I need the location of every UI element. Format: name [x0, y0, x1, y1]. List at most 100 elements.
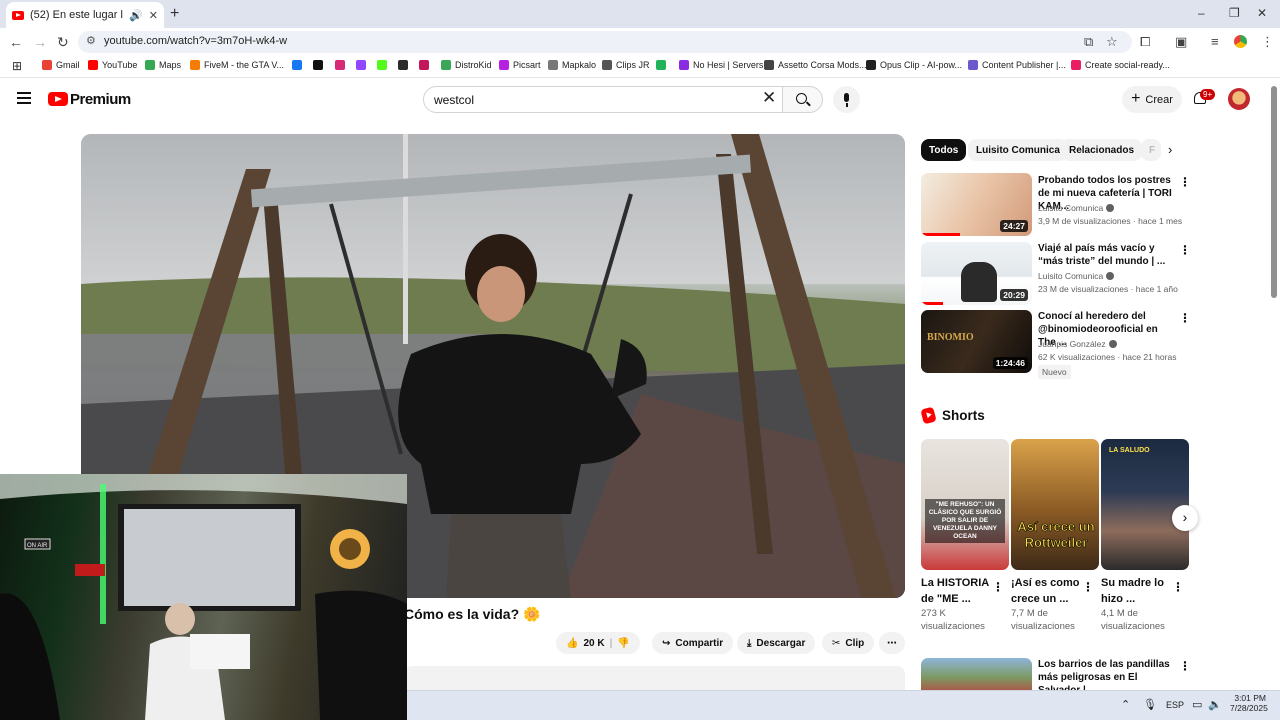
clock[interactable]: 3:01 PM 7/28/2025 — [1230, 693, 1268, 713]
minimize-button[interactable]: – — [1198, 6, 1205, 20]
bookmark-item[interactable] — [335, 60, 345, 70]
profile-icon[interactable] — [1234, 35, 1247, 48]
browser-menu-icon[interactable]: ⋮ — [1261, 34, 1274, 50]
voice-search-icon[interactable] — [833, 86, 860, 113]
chip-todos[interactable]: Todos — [921, 139, 967, 161]
bookmark-item[interactable]: Mapkalo — [548, 60, 596, 70]
more-options-icon[interactable]: ⋮ — [1179, 311, 1191, 325]
reload-icon[interactable]: ↻ — [57, 34, 69, 51]
bookmark-item[interactable]: Assetto Corsa Mods... — [764, 60, 867, 70]
bookmark-item[interactable]: DistroKid — [441, 60, 492, 70]
tab-title: (52) En este lugar la noche — [30, 9, 123, 21]
bookmark-item[interactable]: YouTube — [88, 60, 137, 70]
bookmark-item[interactable]: Picsart — [499, 60, 541, 70]
speaker-icon[interactable]: 🔊 — [129, 9, 143, 22]
description-box[interactable] — [404, 666, 905, 690]
bookmark-item[interactable] — [356, 60, 366, 70]
chevron-right-icon[interactable]: › — [1168, 142, 1172, 157]
bookmark-item[interactable]: FiveM - the GTA V... — [190, 60, 284, 70]
bookmark-favicon-icon — [499, 60, 509, 70]
address-bar[interactable]: ⚙ youtube.com/watch?v=3m7oH-wk4-w — [78, 31, 1132, 53]
bookmark-item[interactable]: Content Publisher |... — [968, 60, 1066, 70]
close-window-button[interactable]: ✕ — [1257, 6, 1267, 20]
bookmark-favicon-icon — [356, 60, 366, 70]
tray-overflow-icon[interactable]: ⌃ — [1121, 698, 1130, 711]
extensions-icon[interactable]: ⧠ — [1140, 34, 1150, 50]
network-icon[interactable]: ▭ — [1192, 698, 1202, 711]
bookmark-item[interactable] — [313, 60, 323, 70]
site-settings-icon[interactable]: ⚙ — [86, 34, 96, 47]
media-control-icon[interactable]: ≡ — [1211, 34, 1219, 49]
short-title-3[interactable]: Su madre lo hizo ... — [1101, 575, 1173, 607]
svg-text:ON AIR: ON AIR — [27, 543, 48, 549]
bookmark-item[interactable] — [398, 60, 408, 70]
new-tab-button[interactable]: + — [170, 5, 179, 23]
bookmark-item[interactable]: Maps — [145, 60, 181, 70]
maximize-button[interactable]: ❐ — [1229, 6, 1240, 20]
like-count[interactable]: 20 K — [583, 638, 604, 649]
more-options-icon[interactable]: ⋮ — [1179, 659, 1191, 673]
search-input[interactable]: westcol — [423, 86, 783, 113]
avatar[interactable] — [1228, 88, 1250, 110]
related-channel-2[interactable]: Luisito Comunica — [1038, 271, 1115, 281]
side-panel-icon[interactable]: ▣ — [1175, 34, 1187, 50]
bookmark-item[interactable]: Gmail — [42, 60, 80, 70]
bookmark-star-icon[interactable]: ☆ — [1106, 34, 1118, 50]
apps-grid-icon[interactable]: ⊞ — [12, 59, 22, 73]
bookmark-label: Picsart — [513, 60, 541, 70]
language-indicator[interactable]: ESP — [1166, 700, 1184, 710]
create-button[interactable]: + Crear — [1122, 86, 1182, 113]
short-overlay-text: LA SALUDO — [1109, 447, 1150, 454]
shorts-next-button[interactable]: › — [1172, 505, 1198, 531]
more-options-icon[interactable]: ⋮ — [1179, 243, 1191, 257]
related-channel-1[interactable]: Luisito Comunica — [1038, 203, 1115, 213]
bookmark-item[interactable]: Create social-ready... — [1071, 60, 1170, 70]
install-app-icon[interactable]: ⧉ — [1084, 34, 1093, 50]
back-arrow-icon[interactable]: ← — [9, 34, 23, 50]
short-thumbnail-1[interactable]: "ME REHUSO": UN CLÁSICO QUE SURGIÓ POR S… — [921, 439, 1009, 570]
short-title-2[interactable]: ¡Así es como crece un ... — [1011, 575, 1083, 607]
short-title-1[interactable]: La HISTORIA de "ME ... — [921, 575, 993, 607]
download-button[interactable]: ⤓ Descargar — [737, 632, 816, 654]
like-icon[interactable]: 👍 — [566, 638, 578, 649]
forward-arrow-icon[interactable]: → — [33, 34, 47, 50]
brand-label[interactable]: Premium — [70, 91, 131, 108]
bookmark-item[interactable] — [419, 60, 429, 70]
bookmark-favicon-icon — [1071, 60, 1081, 70]
clip-button[interactable]: ✂ Clip — [822, 632, 875, 654]
more-options-icon[interactable]: ⋮ — [1082, 580, 1094, 594]
short-thumbnail-3[interactable]: LA SALUDO — [1101, 439, 1189, 570]
bookmark-item[interactable] — [656, 60, 666, 70]
related-thumbnail-1[interactable]: 24:27 — [921, 173, 1032, 236]
share-button[interactable]: ↪ Compartir — [652, 632, 734, 654]
page-scrollbar[interactable] — [1271, 86, 1277, 298]
more-actions-button[interactable]: ⋯ — [879, 632, 905, 654]
clear-search-icon[interactable]: ✕ — [762, 88, 776, 108]
related-title-2[interactable]: Viajé al país más vacío y “más triste” d… — [1038, 242, 1176, 268]
bookmark-label: Maps — [159, 60, 182, 70]
youtube-logo-icon[interactable] — [48, 92, 68, 106]
hamburger-menu-icon[interactable] — [17, 92, 31, 107]
related-channel-3[interactable]: Juanpis González — [1038, 339, 1117, 349]
more-options-icon[interactable]: ⋮ — [992, 580, 1004, 594]
more-options-icon[interactable]: ⋮ — [1179, 175, 1191, 189]
related-thumbnail-4[interactable] — [921, 658, 1032, 690]
short-thumbnail-2[interactable]: Así crece un Rottweiler — [1011, 439, 1099, 570]
bookmark-item[interactable] — [292, 60, 302, 70]
bookmark-item[interactable]: Clips JR — [602, 60, 650, 70]
related-thumbnail-2[interactable]: 20:29 — [921, 242, 1032, 305]
microphone-icon[interactable]: 🎙 — [1143, 698, 1157, 711]
volume-icon[interactable]: 🔈 — [1208, 698, 1222, 711]
search-button[interactable] — [783, 86, 823, 113]
bookmark-item[interactable]: No Hesi | Servers — [679, 60, 763, 70]
close-tab-icon[interactable]: ✕ — [149, 9, 158, 22]
chip-truncated[interactable]: F — [1141, 139, 1161, 161]
chip-relacionados[interactable]: Relacionados — [1061, 139, 1143, 161]
bookmark-item[interactable] — [377, 60, 387, 70]
dislike-icon[interactable]: 👎 — [617, 638, 629, 649]
related-thumbnail-3[interactable]: BINOMIO 1:24:46 — [921, 310, 1032, 373]
browser-tab[interactable]: (52) En este lugar la noche 🔊 ✕ — [6, 2, 164, 28]
more-options-icon[interactable]: ⋮ — [1172, 580, 1184, 594]
bookmark-item[interactable]: Opus Clip - AI-pow... — [866, 60, 962, 70]
chip-luisito-comunica[interactable]: Luisito Comunica — [968, 139, 1068, 161]
